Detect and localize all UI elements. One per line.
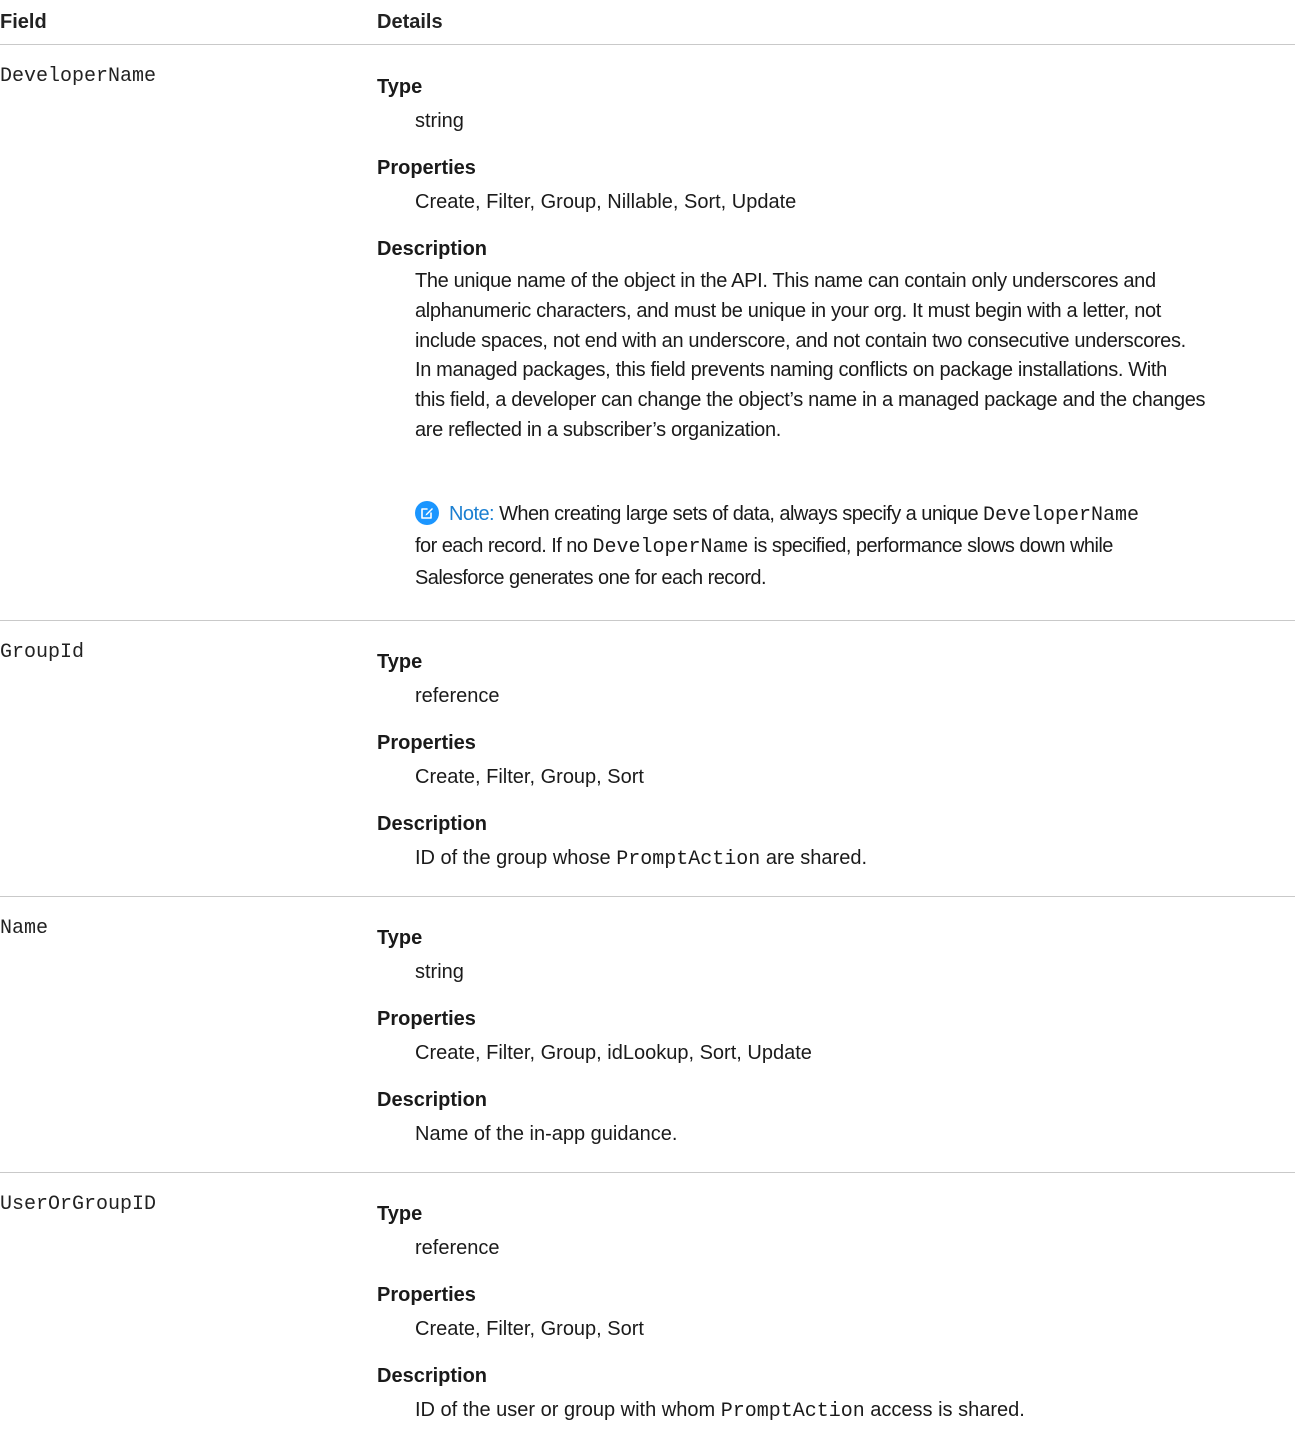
- description-text: Name of the in-app guidance.: [415, 1123, 678, 1145]
- field-name: GroupId: [0, 641, 85, 664]
- column-header-field: Field: [0, 11, 47, 33]
- table-header: Field Details: [0, 0, 1295, 45]
- properties-value: Create, Filter, Group, Sort: [415, 1318, 644, 1340]
- description-text: The unique name of the object in the API…: [415, 270, 1206, 441]
- properties-label: Properties: [377, 732, 476, 754]
- field-table: Field Details DeveloperName Type string …: [0, 0, 1295, 1441]
- field-name: Name: [0, 917, 49, 940]
- table-row: DeveloperName Type string Properties Cre…: [0, 45, 1295, 621]
- description-label: Description: [377, 1089, 488, 1111]
- type-label: Type: [377, 651, 423, 673]
- properties-label: Properties: [377, 1284, 476, 1306]
- type-value: reference: [415, 685, 500, 707]
- type-value: reference: [415, 1237, 500, 1259]
- description-label: Description: [377, 238, 488, 260]
- field-name: DeveloperName: [0, 65, 157, 88]
- code-developername: DeveloperName: [983, 504, 1140, 527]
- description-text: ID of the user or group with whom Prompt…: [415, 1399, 1025, 1423]
- table-row: Name Type string Properties Create, Filt…: [0, 897, 1295, 1173]
- code-promptaction: PromptAction: [616, 848, 761, 871]
- properties-value: Create, Filter, Group, idLookup, Sort, U…: [415, 1042, 812, 1064]
- properties-value: Create, Filter, Group, Sort: [415, 766, 644, 788]
- type-value: string: [415, 961, 464, 983]
- note-callout: Note: When creating large sets of data, …: [415, 501, 1140, 589]
- description-text: ID of the group whose PromptAction are s…: [415, 847, 868, 871]
- table-row: UserOrGroupID Type reference Properties …: [0, 1173, 1295, 1441]
- code-developername: DeveloperName: [592, 536, 749, 559]
- type-label: Type: [377, 927, 423, 949]
- description-label: Description: [377, 813, 488, 835]
- properties-label: Properties: [377, 1008, 476, 1030]
- note-label: Note:: [449, 503, 495, 525]
- description-label: Description: [377, 1365, 488, 1387]
- type-label: Type: [377, 1203, 423, 1225]
- code-promptaction: PromptAction: [720, 1400, 865, 1423]
- type-label: Type: [377, 76, 423, 98]
- column-header-details: Details: [377, 11, 443, 33]
- type-value: string: [415, 110, 464, 132]
- table-row: GroupId Type reference Properties Create…: [0, 621, 1295, 897]
- properties-value: Create, Filter, Group, Nillable, Sort, U…: [415, 191, 797, 213]
- field-name: UserOrGroupID: [0, 1193, 157, 1216]
- properties-label: Properties: [377, 157, 476, 179]
